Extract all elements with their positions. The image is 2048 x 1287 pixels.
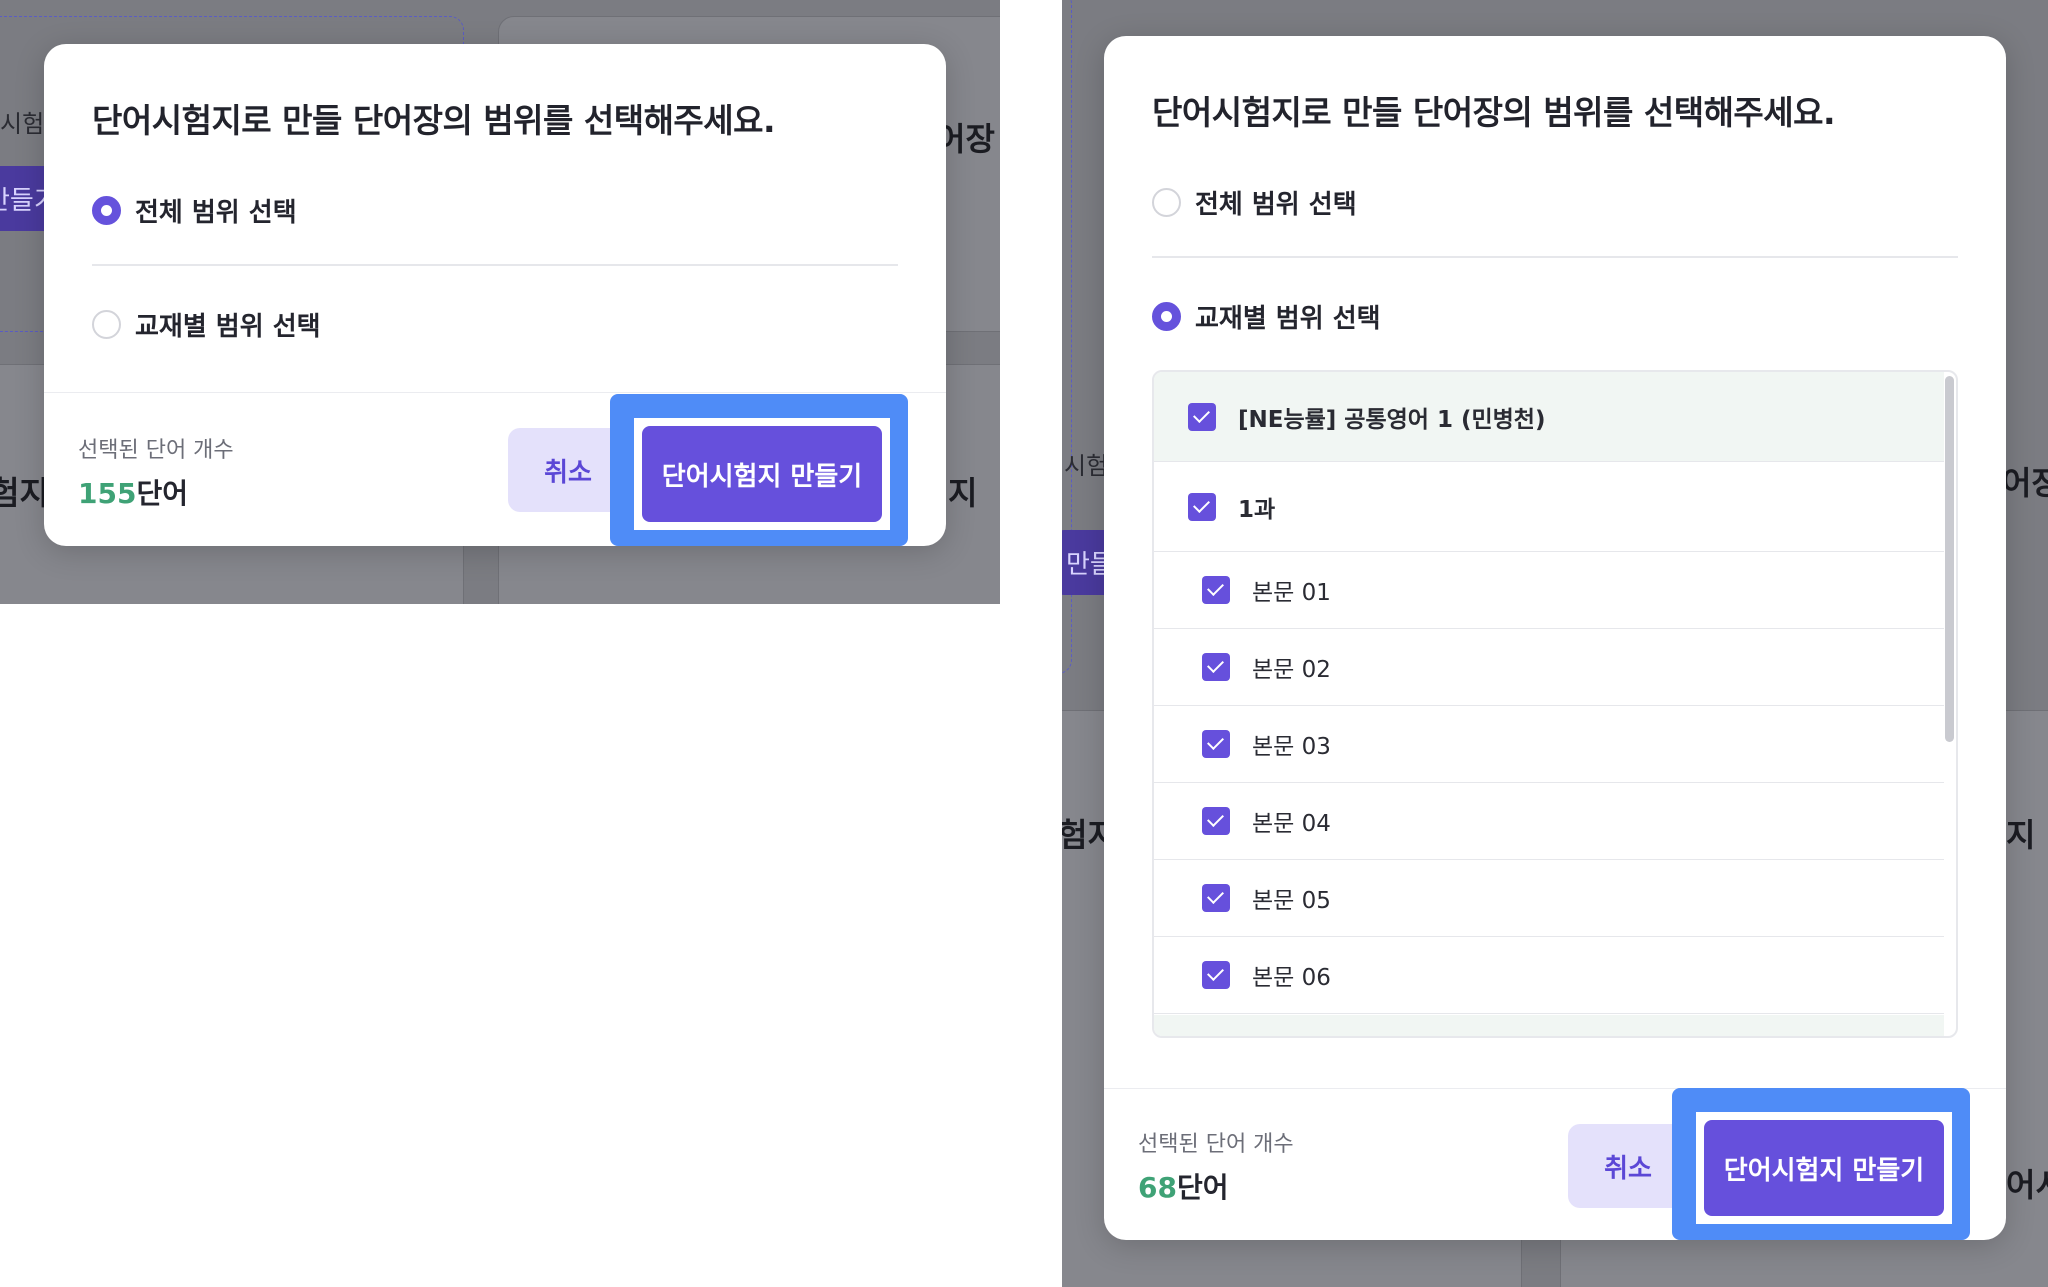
tree-row-chapter[interactable]: 1과 [1154,462,1944,552]
checkbox-checked-icon[interactable] [1188,492,1216,521]
tree-row-lesson[interactable]: 본문 06 [1154,937,1944,1014]
range-select-modal: 단어시험지로 만들 단어장의 범위를 선택해주세요. 전체 범위 선택 교재별 … [1104,36,2006,1240]
modal-title: 단어시험지로 만들 단어장의 범위를 선택해주세요. [1152,93,1836,132]
lesson-label: 본문 06 [1252,965,1331,991]
highlight-frame: 단어시험지 만들기 [1672,1088,1970,1240]
tree-row-lesson[interactable]: 본문 05 [1154,860,1944,937]
textbook-label: [NE능률] 공통영어 1 (민병천) [1238,406,1546,433]
lesson-label: 본문 01 [1252,580,1331,606]
background-text: 험지 [0,474,49,512]
tree-row-lesson[interactable]: 본문 01 [1154,552,1944,629]
word-count-number: 155 [78,477,137,510]
checkbox-checked-icon[interactable] [1202,730,1230,758]
radio-label: 교재별 범위 선택 [135,312,321,342]
highlight-frame-inner: 단어시험지 만들기 [1696,1112,1952,1224]
selected-word-count-label: 선택된 단어 개수 [78,438,234,463]
lesson-label: 본문 03 [1252,734,1331,760]
create-word-test-button[interactable]: 단어시험지 만들기 [1704,1120,1944,1216]
divider [1152,256,1958,258]
word-count-unit: 단어 [1176,1171,1229,1204]
background-text: 어장 [2002,464,2048,502]
divider [92,264,898,266]
radio-option-textbook-range[interactable]: 교재별 범위 선택 [92,306,321,343]
lesson-label: 본문 04 [1252,811,1331,837]
highlight-frame: 단어시험지 만들기 [610,394,908,546]
scrollbar-thumb[interactable] [1945,376,1954,742]
lesson-label: 본문 02 [1252,657,1331,683]
background-text: 지 [948,474,978,512]
chapter-label: 1과 [1238,496,1276,523]
checkbox-checked-icon[interactable] [1188,402,1216,431]
tree-row-lesson[interactable]: 본문 02 [1154,629,1944,706]
checkbox-checked-icon[interactable] [1202,807,1230,835]
background-text: 지 [2006,816,2036,854]
radio-selected-icon[interactable] [1152,302,1181,331]
tree-row-textbook[interactable]: [NE능률] 공통영어 1 (민병천) [1154,372,1944,462]
create-word-test-button[interactable]: 단어시험지 만들기 [642,426,882,522]
selected-word-count: 155단어 [78,472,188,512]
tree-row-partial [1154,1015,1944,1036]
radio-label: 전체 범위 선택 [1195,190,1357,220]
modal-title: 단어시험지로 만들 단어장의 범위를 선택해주세요. [92,101,776,140]
tree-row-lesson[interactable]: 본문 04 [1154,783,1944,860]
cancel-button[interactable]: 취소 [1568,1124,1688,1208]
highlight-frame-inner: 단어시험지 만들기 [634,418,890,530]
left-screenshot-panel: 시험지 어장 만들기 험지 지 단어시험지로 만들 단어장의 범위를 선택해주세… [0,0,1000,604]
textbook-range-tree[interactable]: [NE능률] 공통영어 1 (민병천) 1과 본문 01 본문 02 본문 03… [1152,370,1958,1038]
radio-option-all-range[interactable]: 전체 범위 선택 [92,192,297,229]
selected-word-count: 68단어 [1138,1166,1229,1206]
radio-label: 전체 범위 선택 [135,198,297,228]
right-screenshot-panel: 시험지 어장 만들기 험지 지 어시 단어시험지로 만들 단어장의 범위를 선택… [1062,0,2048,1287]
radio-option-textbook-range[interactable]: 교재별 범위 선택 [1152,298,1381,335]
word-count-number: 68 [1138,1171,1177,1204]
radio-unselected-icon[interactable] [92,310,121,339]
checkbox-checked-icon[interactable] [1202,576,1230,604]
selected-word-count-label: 선택된 단어 개수 [1138,1132,1294,1157]
background-text: 어시 [2006,1166,2048,1204]
word-count-unit: 단어 [136,477,188,510]
checkbox-checked-icon[interactable] [1202,884,1230,912]
radio-option-all-range[interactable]: 전체 범위 선택 [1152,184,1357,221]
checkbox-checked-icon[interactable] [1202,961,1230,989]
footer-divider [44,392,946,393]
checkbox-checked-icon[interactable] [1202,653,1230,681]
radio-unselected-icon[interactable] [1152,188,1181,217]
lesson-label: 본문 05 [1252,888,1331,914]
tree-row-lesson[interactable]: 본문 03 [1154,706,1944,783]
radio-selected-icon[interactable] [92,196,121,225]
radio-label: 교재별 범위 선택 [1195,304,1381,334]
